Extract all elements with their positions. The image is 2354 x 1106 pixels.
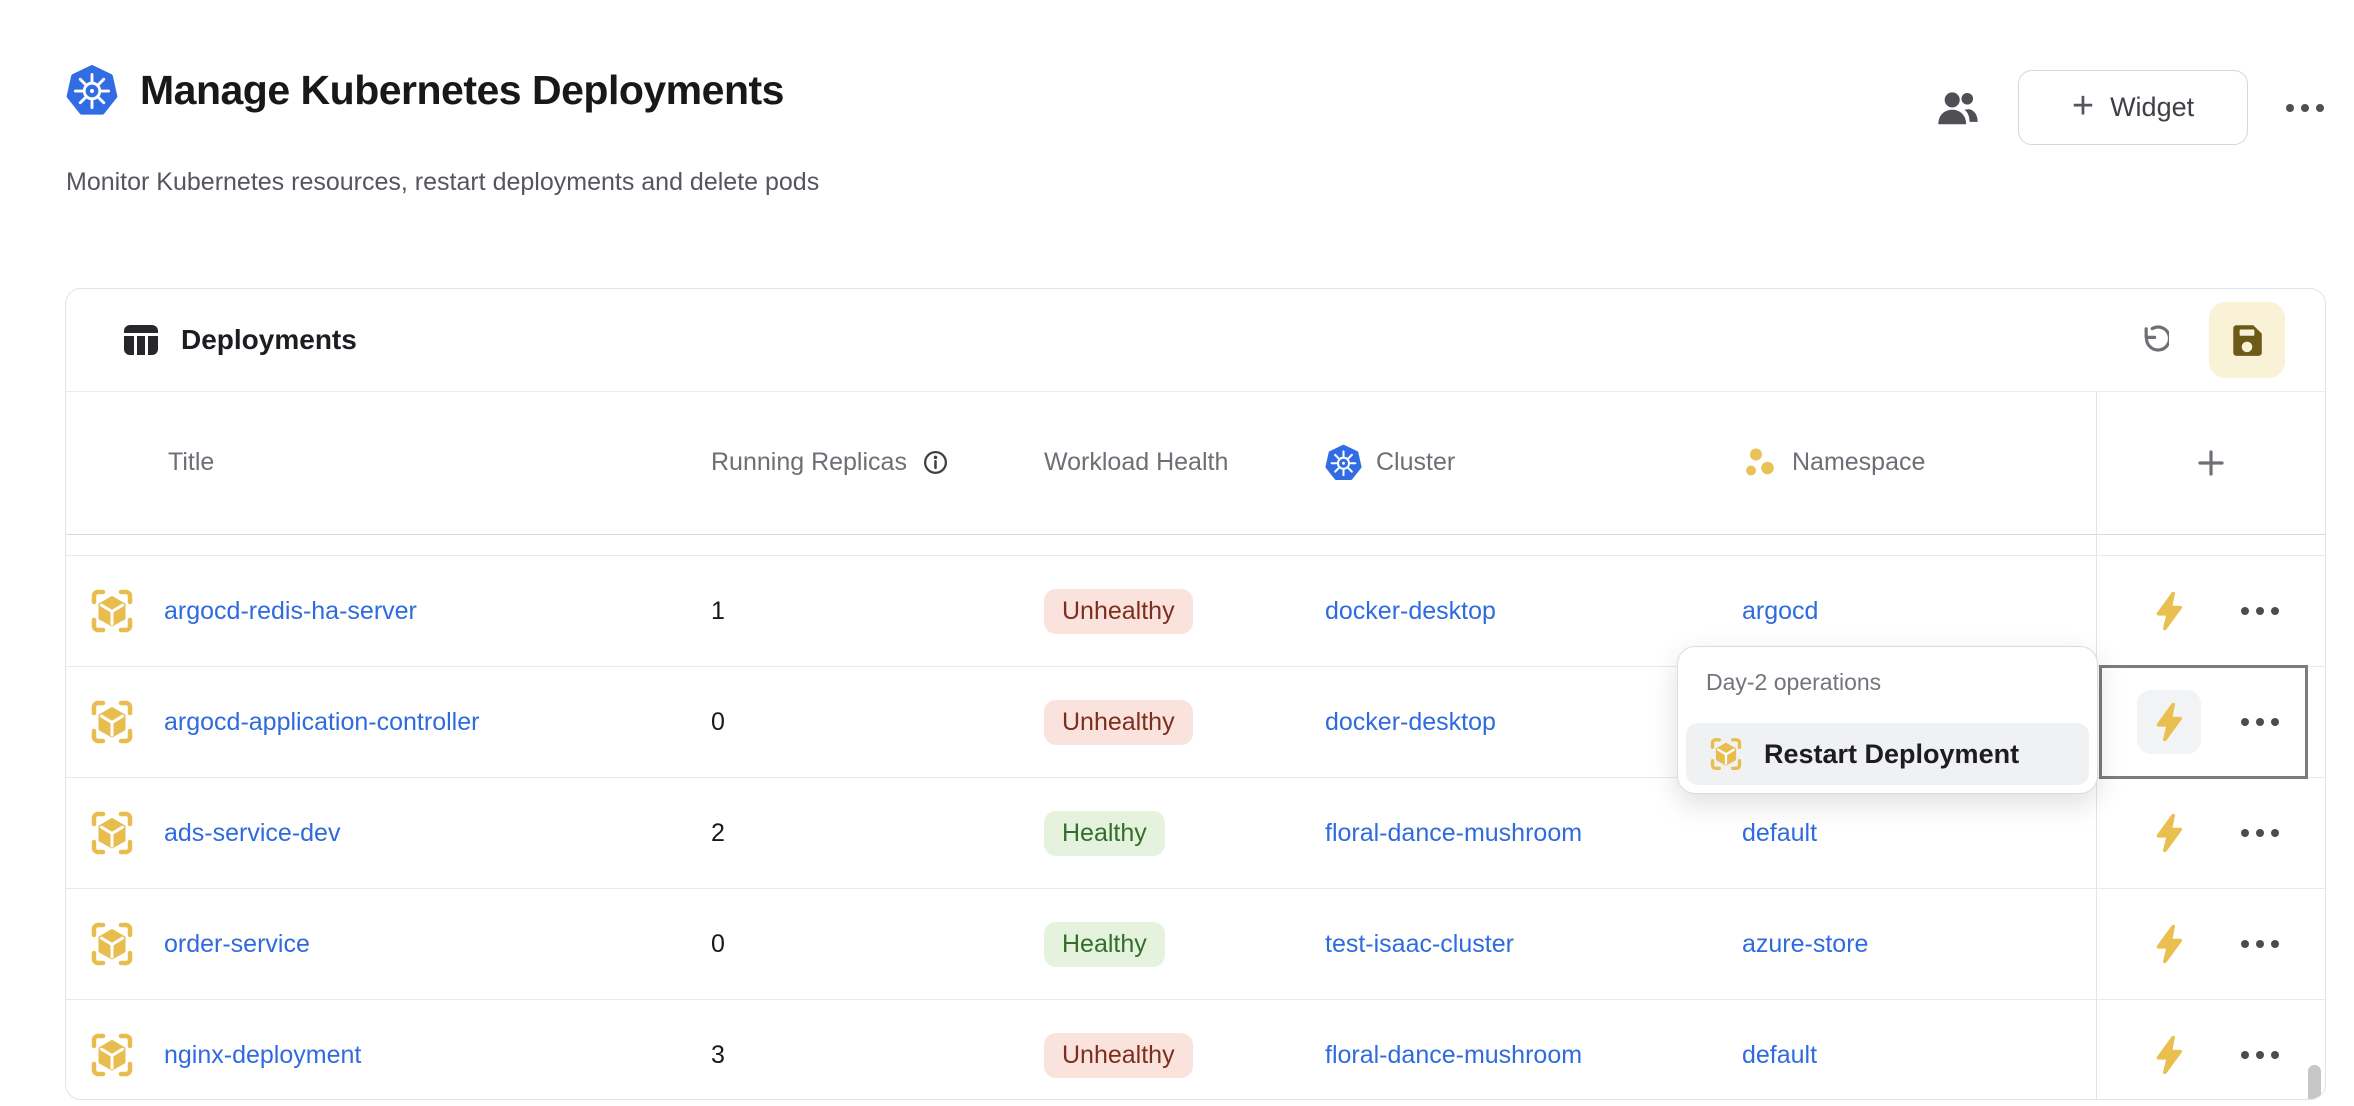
deployment-icon [88,1031,136,1079]
row-menu-button[interactable] [2235,601,2285,621]
table-icon [121,320,161,360]
lightning-icon [2152,925,2186,963]
save-button[interactable] [2209,302,2285,378]
deployment-icon [88,698,136,746]
cluster-link[interactable]: test-isaac-cluster [1325,930,1514,958]
lightning-icon [2152,814,2186,852]
lightning-icon [2152,703,2186,741]
row-actions-cell-focused [2096,667,2325,777]
column-header-namespace[interactable]: Namespace [1742,445,2096,481]
cluster-link[interactable]: floral-dance-mushroom [1325,1041,1582,1069]
column-header-running-replicas[interactable]: Running Replicas [711,448,1044,477]
kubernetes-logo-icon [66,64,118,116]
run-action-button[interactable] [2137,1023,2201,1087]
column-header-title[interactable]: Title [66,448,711,477]
workload-health-badge: Healthy [1044,922,1165,967]
collaborators-button[interactable] [1936,89,1980,127]
column-header-cluster[interactable]: Cluster [1325,444,1742,481]
table-row: nginx-deployment 3 Unhealthy floral-danc… [66,1000,2325,1100]
page-header-actions: + Widget [1936,70,2324,145]
vertical-scrollbar-thumb[interactable] [2308,1065,2321,1099]
lightning-icon [2152,1036,2186,1074]
undo-button[interactable] [2135,323,2169,357]
row-actions-cell [2096,778,2325,888]
deployment-title-link[interactable]: order-service [164,930,310,959]
run-action-button[interactable] [2137,801,2201,865]
add-widget-button[interactable]: + Widget [2018,70,2248,145]
widget-title: Deployments [181,324,357,356]
page-header: Manage Kubernetes Deployments [66,64,784,116]
popup-title: Day-2 operations [1706,669,1881,696]
day2-operations-popup: Day-2 operations Restart Deployment [1677,646,2098,794]
row-menu-button[interactable] [2235,823,2285,843]
row-menu-button[interactable] [2235,1045,2285,1065]
running-replicas-value: 0 [711,930,1044,959]
running-replicas-value: 2 [711,819,1044,848]
running-replicas-value: 0 [711,708,1044,737]
row-menu-button[interactable] [2235,712,2285,732]
page-title: Manage Kubernetes Deployments [140,67,784,114]
deployment-title-link[interactable]: ads-service-dev [164,819,340,848]
namespace-dots-icon [1742,445,1778,481]
row-actions-cell [2096,1000,2325,1100]
add-widget-label: Widget [2110,92,2194,123]
run-action-button[interactable] [2137,579,2201,643]
workload-health-badge: Unhealthy [1044,1033,1193,1078]
kubernetes-icon [1325,444,1362,481]
page-menu-button[interactable] [2286,104,2324,112]
column-header-workload-health[interactable]: Workload Health [1044,448,1325,477]
table-row: ads-service-dev 2 Healthy floral-dance-m… [66,778,2325,889]
namespace-link[interactable]: default [1742,1041,1817,1069]
namespace-link[interactable]: azure-store [1742,930,1868,958]
table-header-row: Title Running Replicas Workload Health C… [66,391,2325,535]
row-actions-cell [2096,556,2325,666]
plus-icon [2196,448,2226,478]
info-icon[interactable] [923,450,948,475]
page-subtitle: Monitor Kubernetes resources, restart de… [66,168,819,197]
undo-icon [2135,323,2169,357]
table-row: order-service 0 Healthy test-isaac-clust… [66,889,2325,1000]
restart-deployment-label: Restart Deployment [1764,739,2019,770]
deployment-icon [88,587,136,635]
ellipsis-icon [2286,104,2324,112]
workload-health-badge: Unhealthy [1044,589,1193,634]
add-column-button[interactable] [2096,448,2325,478]
running-replicas-value: 1 [711,597,1044,626]
row-menu-button[interactable] [2235,934,2285,954]
save-icon [2228,321,2266,359]
cluster-link[interactable]: docker-desktop [1325,708,1496,736]
restart-deployment-menu-item[interactable]: Restart Deployment [1686,723,2089,785]
run-action-button[interactable] [2137,912,2201,976]
deployment-icon [88,920,136,968]
deployment-title-link[interactable]: argocd-application-controller [164,708,479,737]
deployment-icon [1708,736,1744,772]
workload-health-badge: Healthy [1044,811,1165,856]
cluster-link[interactable]: floral-dance-mushroom [1325,819,1582,847]
widget-header: Deployments [66,289,2325,392]
cluster-link[interactable]: docker-desktop [1325,597,1496,625]
deployment-title-link[interactable]: nginx-deployment [164,1041,361,1070]
plus-icon: + [2072,87,2094,125]
deployment-title-link[interactable]: argocd-redis-ha-server [164,597,417,626]
lightning-icon [2152,592,2186,630]
row-actions-cell [2096,889,2325,999]
namespace-link[interactable]: argocd [1742,597,1818,625]
running-replicas-value: 3 [711,1041,1044,1070]
namespace-link[interactable]: default [1742,819,1817,847]
partially-scrolled-row [66,535,2325,556]
deployment-icon [88,809,136,857]
people-icon [1936,89,1980,127]
run-action-button[interactable] [2137,690,2201,754]
workload-health-badge: Unhealthy [1044,700,1193,745]
